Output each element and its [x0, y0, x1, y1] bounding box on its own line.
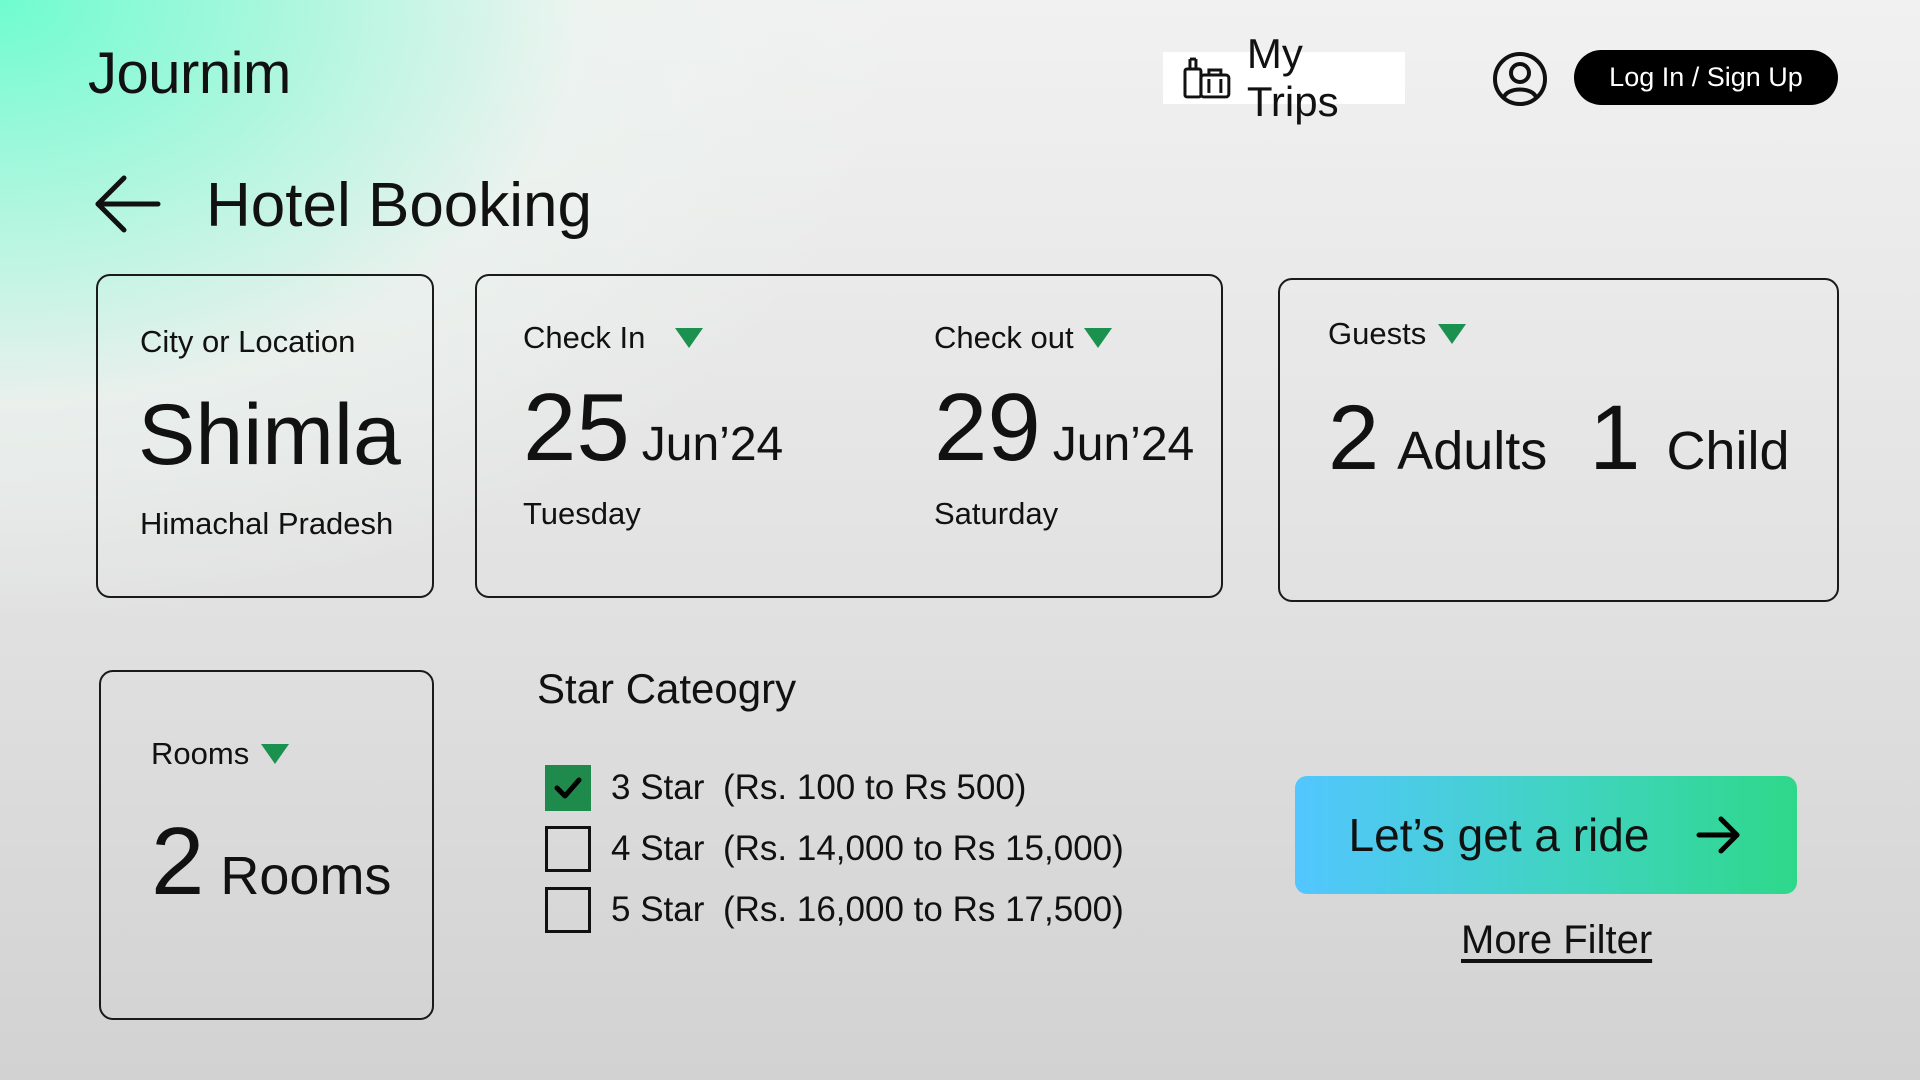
state-name: Himachal Pradesh [140, 506, 394, 541]
check-out-weekday: Saturday [934, 496, 1059, 531]
guests-label: Guests [1328, 316, 1427, 351]
city-name: Shimla [138, 387, 401, 483]
star-3-range: (Rs. 100 to Rs 500) [723, 768, 1027, 807]
check-out-label: Check out [934, 320, 1074, 355]
star-5-label: 5 Star [611, 890, 705, 929]
rooms-unit: Rooms [220, 846, 392, 906]
back-button[interactable] [92, 172, 164, 236]
rooms-header[interactable]: Rooms [151, 736, 290, 772]
user-circle-icon [1493, 52, 1547, 106]
child-label: Child [1666, 421, 1790, 481]
check-out-header[interactable]: Check out [934, 320, 1112, 356]
login-signup-button[interactable]: Log In / Sign Up [1574, 50, 1838, 105]
star-5-range: (Rs. 16,000 to Rs 17,500) [723, 890, 1124, 929]
my-trips-label: My Trips [1246, 30, 1339, 125]
rooms-count: 2 [151, 808, 205, 915]
star-4-label: 4 Star [611, 829, 705, 868]
checkmark-icon [554, 777, 582, 799]
user-profile-button[interactable] [1492, 51, 1548, 107]
guests-header[interactable]: Guests [1328, 316, 1467, 352]
check-out-day: 29 [934, 374, 1041, 481]
adults-label: Adults [1397, 421, 1548, 481]
arrow-right-icon [1696, 816, 1740, 854]
arrow-left-icon [95, 175, 161, 233]
rooms-value: 2 Rooms [151, 814, 391, 910]
luggage-icon [1183, 57, 1231, 99]
star-4-checkbox[interactable] [545, 826, 591, 872]
child-count: 1 [1589, 387, 1641, 489]
check-in-day: 25 [523, 374, 630, 481]
dates-card: Check In 25 Jun’24 Tuesday Check out 29 … [475, 274, 1223, 598]
check-out-date[interactable]: 29 Jun’24 [934, 380, 1194, 476]
rooms-label: Rooms [151, 736, 250, 771]
guests-card[interactable]: Guests 2 Adults 1 Child [1278, 278, 1839, 602]
star-4-range: (Rs. 14,000 to Rs 15,000) [723, 829, 1124, 868]
location-label: City or Location [140, 324, 356, 359]
page-title: Hotel Booking [206, 171, 593, 240]
more-filter-link[interactable]: More Filter [1461, 918, 1652, 963]
guests-value: 2 Adults 1 Child [1328, 392, 1790, 484]
location-card[interactable]: City or Location Shimla Himachal Pradesh [96, 274, 434, 598]
check-in-date[interactable]: 25 Jun’24 [523, 380, 783, 476]
guests-dropdown-icon[interactable] [1438, 324, 1467, 344]
rooms-dropdown-icon[interactable] [261, 744, 290, 764]
get-ride-button[interactable]: Let’s get a ride [1295, 776, 1797, 894]
star-option-5[interactable]: 5 Star (Rs. 16,000 to Rs 17,500) [545, 884, 1124, 936]
check-in-header[interactable]: Check In [523, 320, 704, 356]
check-in-dropdown-icon[interactable] [675, 328, 704, 348]
star-option-4[interactable]: 4 Star (Rs. 14,000 to Rs 15,000) [545, 823, 1124, 875]
rooms-card[interactable]: Rooms 2 Rooms [99, 670, 434, 1020]
star-option-3[interactable]: 3 Star (Rs. 100 to Rs 500) [545, 762, 1026, 814]
check-in-month: Jun’24 [641, 418, 784, 471]
app-logo[interactable]: Journim [88, 40, 291, 107]
star-3-label: 3 Star [611, 768, 705, 807]
check-in-label: Check In [523, 320, 646, 355]
check-out-dropdown-icon[interactable] [1083, 328, 1112, 348]
check-out-month: Jun’24 [1052, 418, 1195, 471]
adults-count: 2 [1328, 387, 1380, 489]
star-5-checkbox[interactable] [545, 887, 591, 933]
star-3-checkbox[interactable] [545, 765, 591, 811]
my-trips-button[interactable]: My Trips [1163, 30, 1405, 125]
get-ride-label: Let’s get a ride [1348, 809, 1650, 861]
star-category-title: Star Cateogry [537, 665, 797, 712]
check-in-weekday: Tuesday [523, 496, 641, 531]
